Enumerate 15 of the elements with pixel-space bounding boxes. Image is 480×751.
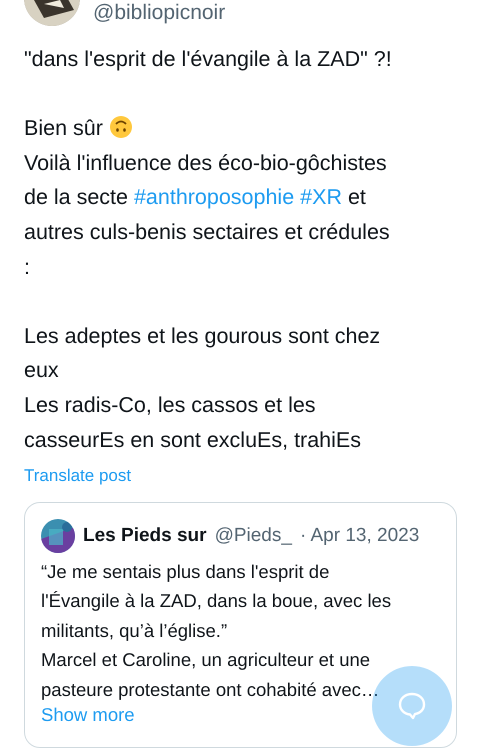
upside-down-face-icon	[108, 115, 133, 140]
post-text: Les adeptes et les gourous sont chez eux Les radis-Co, les cassos et les casseurEs en sont excluEs, trahiEs	[24, 322, 380, 454]
hashtag-link[interactable]: #XR	[300, 185, 342, 210]
post-text: Bien sûr Voilà l'influence des éco-bio-gôchistes de la secte #anthroposophie #XR et autres culs-benis sectaires et crédules :	[24, 114, 390, 281]
quoted-post-card[interactable]	[24, 502, 457, 748]
quoted-post-text: “Je me sentais plus dans l'esprit de l'Évangile à la ZAD, dans la boue, avec les militants, qu’à l’église.” Marcel et Caroline, un agriculteur et une pasteure protestante ont cohabité avec…	[41, 560, 392, 702]
author-handle: @Pieds_	[214, 524, 292, 547]
speech-bubble-icon	[397, 691, 427, 721]
post-text: "dans l'esprit de l'évangile à la ZAD" ?!	[24, 46, 392, 73]
author-name[interactable]: Les Pieds sur	[83, 524, 207, 547]
hashtag-link[interactable]: #anthroposophie	[134, 185, 294, 210]
translate-link[interactable]: Translate post	[24, 466, 132, 486]
show-more-link[interactable]: Show more	[41, 704, 135, 726]
user-handle[interactable]: @bibliopicnoir	[93, 0, 226, 26]
post-date: · Apr 13, 2023	[300, 524, 420, 547]
